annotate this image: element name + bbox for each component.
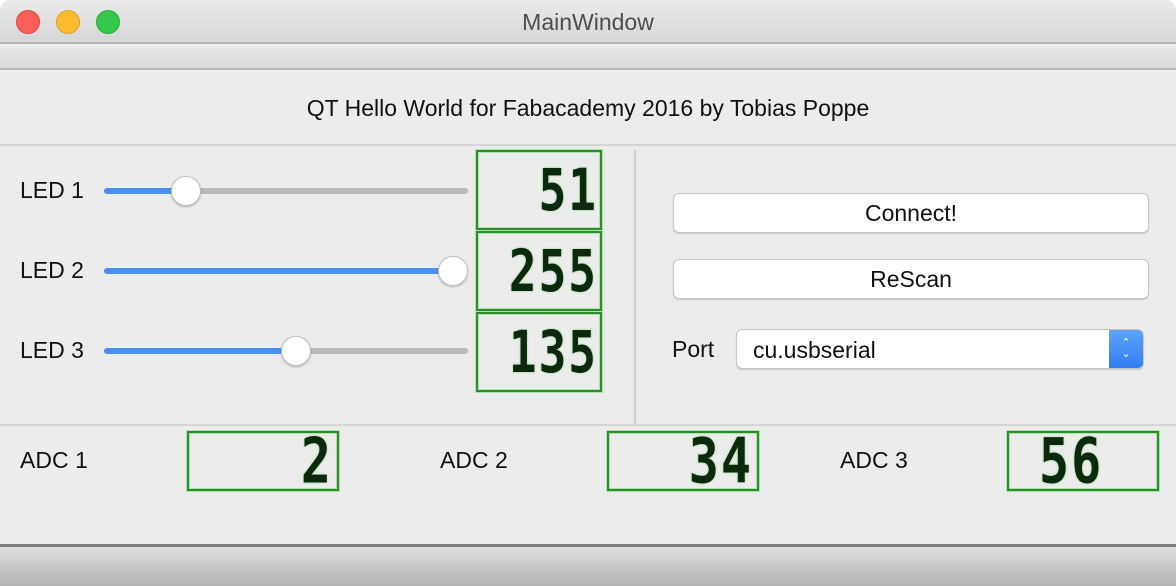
led-1-label: LED 1 (20, 177, 84, 203)
adc-2-lcd-value: 34 (688, 431, 753, 491)
slider-thumb[interactable] (280, 336, 311, 366)
adc-3-label: ADC 3 (840, 447, 908, 473)
divider-middle (0, 424, 1176, 426)
led-1-lcd: 51 (476, 150, 602, 230)
led-3-label: LED 3 (20, 337, 84, 363)
adc-1-lcd: 2 (187, 431, 339, 491)
adc-3-lcd: 56 (1007, 431, 1159, 491)
slider-thumb[interactable] (438, 256, 468, 286)
adc-2-lcd: 34 (607, 431, 759, 491)
led-3-slider[interactable] (104, 336, 468, 366)
window-title: MainWindow (522, 9, 654, 35)
adc-1-lcd-value: 2 (300, 431, 333, 491)
led-2-lcd: 255 (476, 231, 602, 311)
status-bar (0, 544, 1176, 586)
slider-thumb[interactable] (170, 176, 201, 206)
port-label: Port (672, 336, 715, 362)
led-2-lcd-value: 255 (508, 237, 598, 305)
led-1-lcd-value: 51 (538, 156, 598, 224)
adc-1-label: ADC 1 (20, 447, 88, 473)
led-1-slider[interactable] (104, 176, 468, 206)
led-3-lcd: 135 (476, 312, 602, 392)
toolbar (0, 46, 1176, 70)
port-select-value: cu.usbserial (753, 337, 876, 363)
app-heading: QT Hello World for Fabacademy 2016 by To… (306, 95, 870, 121)
adc-3-lcd-value: 56 (1039, 431, 1104, 491)
slider-fill (104, 348, 296, 354)
led-2-label: LED 2 (20, 257, 84, 283)
slider-fill (104, 268, 453, 274)
title-bar: MainWindow (0, 0, 1176, 44)
connect-button[interactable]: Connect! (673, 193, 1149, 233)
divider-top (0, 144, 1176, 146)
port-select[interactable]: cu.usbserial ⌃ ⌄ (736, 329, 1144, 369)
led-2-slider[interactable] (104, 256, 468, 286)
up-down-chevron-icon[interactable]: ⌃ ⌄ (1109, 330, 1143, 368)
adc-2-label: ADC 2 (440, 447, 508, 473)
divider-vertical (634, 150, 636, 424)
main-window: MainWindow QT Hello World for Fabacademy… (0, 0, 1176, 586)
rescan-button[interactable]: ReScan (673, 259, 1149, 299)
led-3-lcd-value: 135 (508, 318, 598, 386)
